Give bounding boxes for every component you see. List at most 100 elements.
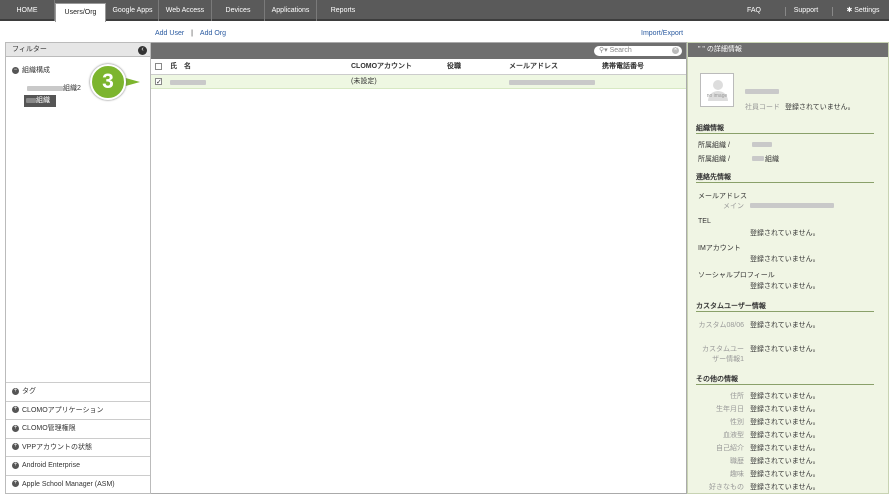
expand-circle-icon: + [12,387,19,395]
category-label: VPPアカウントの状態 [22,443,93,451]
category-label: Android Enterprise [22,462,80,469]
column-name[interactable]: 氏 名 [170,59,191,75]
redacted-email [750,203,834,208]
other-field-label: 生年月日 [716,406,744,413]
detail-title-text: " " の詳細情報 [698,46,742,53]
action-links: Add User | Add Org [155,30,226,37]
email-label: メールアドレス [698,193,747,200]
top-navigation: HOME Users/Org Google Apps Web Access De… [0,0,889,22]
category-android-enterprise[interactable]: + Android Enterprise [6,456,150,475]
other-field-label: 自己紹介 [716,445,744,452]
detail-title: " " の詳細情報 [688,43,888,57]
org-line-suffix: 組織 [765,156,779,163]
category-clomo-admin[interactable]: + CLOMO管理権限 [6,419,150,438]
employee-code-value: 登録されていません。 [785,104,855,111]
column-email[interactable]: メールアドレス [509,59,558,75]
collapse-circle-icon[interactable]: − [12,66,19,74]
expand-circle-icon: + [12,443,19,451]
user-list-panel: ⚲▾ Search × 氏 名 CLOMOアカウント 役職 メールアドレス 携帯… [151,42,687,494]
tree-node-org-selected[interactable]: 組織 [24,95,56,107]
category-vpp[interactable]: + VPPアカウントの状態 [6,437,150,456]
tab-users-org[interactable]: Users/Org [55,3,106,22]
other-field-value: 登録されていません。 [750,406,820,413]
redacted-text [752,142,772,147]
tab-google-apps[interactable]: Google Apps [107,0,159,21]
org-line: 所属組織 / [698,156,730,163]
table-row[interactable]: (未設定) [151,75,686,90]
clear-search-icon[interactable]: × [672,47,679,54]
filter-categories: + タグ + CLOMOアプリケーション + CLOMO管理権限 + VPPアカウントの… [6,382,150,493]
list-toolbar: ⚲▾ Search × [151,43,686,59]
redacted-text [752,156,764,161]
expand-circle-icon: + [12,461,19,469]
tab-web-access[interactable]: Web Access [159,0,212,21]
social-label: ソーシャルプロフィール [698,272,775,279]
nav-divider [785,7,786,16]
custom-section-heading: カスタムユーザー情報 [696,303,766,310]
column-role[interactable]: 役職 [447,59,461,75]
tab-applications[interactable]: Applications [265,0,317,21]
other-field-value: 登録されていません。 [750,419,820,426]
email-main-label: メイン [723,203,744,210]
gear-icon: ✱ [846,7,853,14]
tree-node-label: 組織 [36,97,50,104]
filter-label: フィルター [12,46,47,53]
other-field-value: 登録されていません。 [750,432,820,439]
org-line: 所属組織 / [698,142,730,149]
other-field-label: 住所 [730,393,744,400]
search-input[interactable]: ⚲▾ Search × [594,46,682,56]
im-value: 登録されていません。 [750,256,820,263]
other-field-value: 登録されていません。 [750,484,820,491]
other-field-label: 性別 [730,419,744,426]
avatar: no image [700,73,734,107]
tab-reports[interactable]: Reports [317,0,369,21]
tree-root-label: 組織構成 [22,67,50,74]
category-clomo-app[interactable]: + CLOMOアプリケーション [6,400,150,419]
redacted-name [170,80,206,85]
redacted-text [745,89,779,94]
row-checkbox[interactable] [155,76,162,90]
tab-home[interactable]: HOME [0,0,55,21]
section-divider [696,133,874,134]
other-field-label: 職歴 [730,458,744,465]
add-org-link[interactable]: Add Org [200,30,226,37]
search-icon: ⚲▾ [599,47,608,54]
collapse-icon[interactable]: ‹ [138,46,147,55]
settings-label: Settings [854,7,880,14]
category-asm[interactable]: + Apple School Manager (ASM) [6,474,150,493]
select-all-checkbox[interactable] [155,63,162,70]
custom-field-label: カスタムユーザー情報1 [702,346,744,363]
category-label: タグ [22,388,36,395]
im-label: IMアカウント [698,245,741,252]
other-field-value: 登録されていません。 [750,393,820,400]
other-field-value: 登録されていません。 [750,458,820,465]
employee-code-label: 社員コード [745,104,780,111]
section-divider [696,182,874,183]
redacted-text [27,85,63,91]
expand-circle-icon: + [12,480,19,488]
org-tree-root[interactable]: − 組織構成 [6,65,150,77]
other-field-value: 登録されていません。 [750,445,820,452]
table-header: 氏 名 CLOMOアカウント 役職 メールアドレス 携帯電話番号 [151,59,686,75]
search-placeholder: Search [609,47,632,54]
column-clomo-account[interactable]: CLOMOアカウント [351,59,412,75]
category-tag[interactable]: + タグ [6,382,150,401]
section-divider [696,311,874,312]
settings-link[interactable]: ✱ Settings [840,0,886,21]
other-field-label: 好きなもの [709,484,744,491]
link-divider: | [191,30,193,37]
redacted-email [509,80,595,85]
tab-devices[interactable]: Devices [212,0,265,21]
social-value: 登録されていません。 [750,283,820,290]
faq-link[interactable]: FAQ [741,0,767,21]
expand-circle-icon: + [12,406,19,414]
tree-node-label: 組織2 [63,85,81,92]
tel-label: TEL [698,218,711,225]
column-mobile[interactable]: 携帯電話番号 [602,59,644,75]
import-export-link[interactable]: Import/Export [641,30,683,37]
filter-sidebar: フィルター ‹ − 組織構成 組織2 組織 + タグ + CLOMOアプリケーション … [5,42,151,494]
support-link[interactable]: Support [791,0,821,21]
other-field-value: 登録されていません。 [750,471,820,478]
custom-field-label: カスタム08/06 [698,322,744,329]
add-user-link[interactable]: Add User [155,30,184,37]
